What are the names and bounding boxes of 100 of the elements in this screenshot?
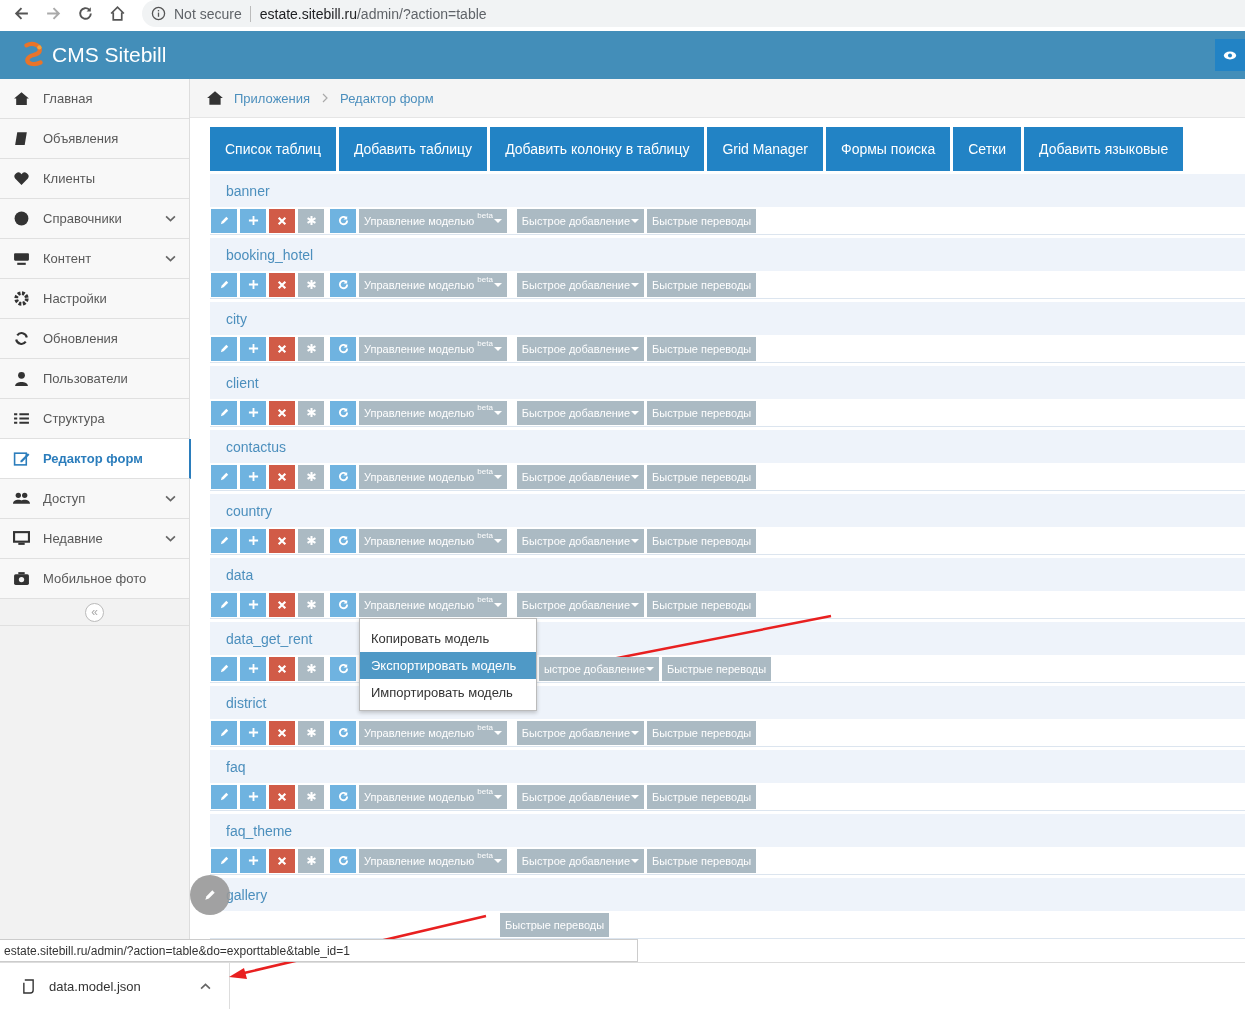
asterisk-button[interactable] (298, 272, 324, 297)
model-dropdown-button[interactable]: Управление моделью $^{beta}$ (359, 208, 507, 233)
refresh-button[interactable] (330, 208, 356, 233)
asterisk-button[interactable] (298, 720, 324, 745)
quick-translations-button[interactable]: Быстрые переводы (647, 848, 757, 873)
quick-translations-button[interactable]: Быстрые переводы (647, 528, 757, 553)
delete-button[interactable] (269, 592, 295, 617)
quick-add-dropdown-button[interactable]: Быстрое добавление (516, 848, 645, 873)
refresh-button[interactable] (330, 528, 356, 553)
quick-translations-button[interactable]: Быстрые переводы (647, 272, 757, 297)
add-button[interactable] (240, 848, 266, 873)
quick-translations-button[interactable]: Быстрые переводы (647, 720, 757, 745)
breadcrumb-link[interactable]: Редактор форм (340, 90, 434, 106)
asterisk-button[interactable] (298, 848, 324, 873)
quick-translations-button[interactable]: Быстрые переводы (647, 336, 757, 361)
sidebar-item[interactable]: Структура (0, 399, 189, 439)
nav-tab-button[interactable]: Добавить таблицу (338, 127, 488, 171)
delete-button[interactable] (269, 784, 295, 809)
breadcrumb-link[interactable]: Приложения (234, 90, 311, 106)
nav-tab-button[interactable]: Формы поиска (826, 127, 951, 171)
quick-translations-button[interactable]: Быстрые переводы (647, 208, 757, 233)
nav-tab-button[interactable]: Добавить колонку в таблицу (490, 127, 705, 171)
quick-translations-button[interactable]: Быстрые переводы (647, 784, 757, 809)
refresh-button[interactable] (330, 848, 356, 873)
edit-button[interactable] (211, 464, 237, 489)
nav-tab-button[interactable]: Добавить языковые (1024, 127, 1184, 171)
quick-translations-button[interactable]: Быстрые переводы (662, 656, 772, 681)
quick-add-dropdown-button[interactable]: Быстрое добавление (516, 720, 645, 745)
view-site-button[interactable] (1215, 39, 1245, 71)
model-dropdown-button[interactable]: Управление моделью $^{beta}$ (359, 336, 507, 361)
quick-add-dropdown-button[interactable]: Быстрое добавление (516, 272, 645, 297)
edit-button[interactable] (211, 208, 237, 233)
asterisk-button[interactable] (298, 464, 324, 489)
asterisk-button[interactable] (298, 336, 324, 361)
edit-button[interactable] (211, 528, 237, 553)
sidebar-item[interactable]: Объявления (0, 119, 189, 159)
sidebar-item[interactable]: Недавние (0, 519, 189, 559)
back-icon[interactable] (13, 5, 30, 22)
model-dropdown-button[interactable]: Управление моделью $^{beta}$ (359, 592, 507, 617)
delete-button[interactable] (269, 208, 295, 233)
delete-button[interactable] (269, 464, 295, 489)
edit-button[interactable] (211, 720, 237, 745)
sidebar-item[interactable]: Главная (0, 79, 189, 119)
refresh-button[interactable] (330, 592, 356, 617)
delete-button[interactable] (269, 336, 295, 361)
asterisk-button[interactable] (298, 528, 324, 553)
nav-tab-button[interactable]: Список таблиц (210, 127, 336, 171)
quick-add-dropdown-button[interactable]: Быстрое добавление (516, 400, 645, 425)
refresh-button[interactable] (330, 720, 356, 745)
menu-item[interactable]: Копировать модель (360, 625, 536, 652)
quick-add-dropdown-button[interactable]: ыстрое добавление (539, 656, 660, 681)
model-dropdown-button[interactable]: Управление моделью $^{beta}$ (359, 528, 507, 553)
sidebar-item[interactable]: Пользователи (0, 359, 189, 399)
sidebar-item[interactable]: Мобильное фото (0, 559, 189, 599)
quick-translations-button[interactable]: Быстрые переводы (647, 400, 757, 425)
refresh-button[interactable] (330, 336, 356, 361)
delete-button[interactable] (269, 720, 295, 745)
edit-button[interactable] (211, 592, 237, 617)
add-button[interactable] (240, 784, 266, 809)
add-button[interactable] (240, 272, 266, 297)
sidebar-item[interactable]: Доступ (0, 479, 189, 519)
refresh-button[interactable] (330, 656, 356, 681)
quick-add-dropdown-button[interactable]: Быстрое добавление (516, 464, 645, 489)
info-icon[interactable] (151, 6, 166, 21)
delete-button[interactable] (269, 400, 295, 425)
collapse-sidebar-button[interactable]: « (85, 602, 104, 622)
refresh-button[interactable] (330, 272, 356, 297)
sidebar-item[interactable]: Редактор форм (0, 439, 191, 479)
quick-add-dropdown-button[interactable]: Быстрое добавление (516, 784, 645, 809)
sidebar-item[interactable]: Клиенты (0, 159, 189, 199)
model-dropdown-button[interactable]: Управление моделью $^{beta}$ (359, 784, 507, 809)
model-dropdown-button[interactable]: Управление моделью $^{beta}$ (359, 720, 507, 745)
quick-add-dropdown-button[interactable]: Быстрое добавление (516, 336, 645, 361)
address-bar[interactable]: Not secure estate.sitebill.ru/admin/?action=table (142, 0, 1245, 27)
add-button[interactable] (240, 528, 266, 553)
asterisk-button[interactable] (298, 400, 324, 425)
chevron-up-icon[interactable] (200, 982, 211, 990)
quick-translations-button[interactable]: Быстрые переводы (500, 912, 610, 937)
delete-button[interactable] (269, 528, 295, 553)
forward-icon[interactable] (45, 5, 62, 22)
quick-add-dropdown-button[interactable]: Быстрое добавление (516, 592, 645, 617)
model-dropdown-button[interactable]: Управление моделью $^{beta}$ (359, 464, 507, 489)
model-dropdown-button[interactable]: Управление моделью $^{beta}$ (359, 400, 507, 425)
add-button[interactable] (240, 656, 266, 681)
asterisk-button[interactable] (298, 592, 324, 617)
sidebar-item[interactable]: Контент (0, 239, 189, 279)
delete-button[interactable] (269, 656, 295, 681)
quick-add-dropdown-button[interactable]: Быстрое добавление (516, 208, 645, 233)
add-button[interactable] (240, 720, 266, 745)
delete-button[interactable] (269, 272, 295, 297)
asterisk-button[interactable] (298, 784, 324, 809)
add-button[interactable] (240, 592, 266, 617)
nav-tab-button[interactable]: Сетки (953, 127, 1022, 171)
edit-button[interactable] (211, 400, 237, 425)
add-button[interactable] (240, 400, 266, 425)
edit-button[interactable] (211, 784, 237, 809)
model-dropdown-button[interactable]: Управление моделью $^{beta}$ (359, 272, 507, 297)
home-icon[interactable] (109, 5, 126, 22)
menu-item[interactable]: Импортировать модель (360, 679, 536, 706)
asterisk-button[interactable] (298, 208, 324, 233)
